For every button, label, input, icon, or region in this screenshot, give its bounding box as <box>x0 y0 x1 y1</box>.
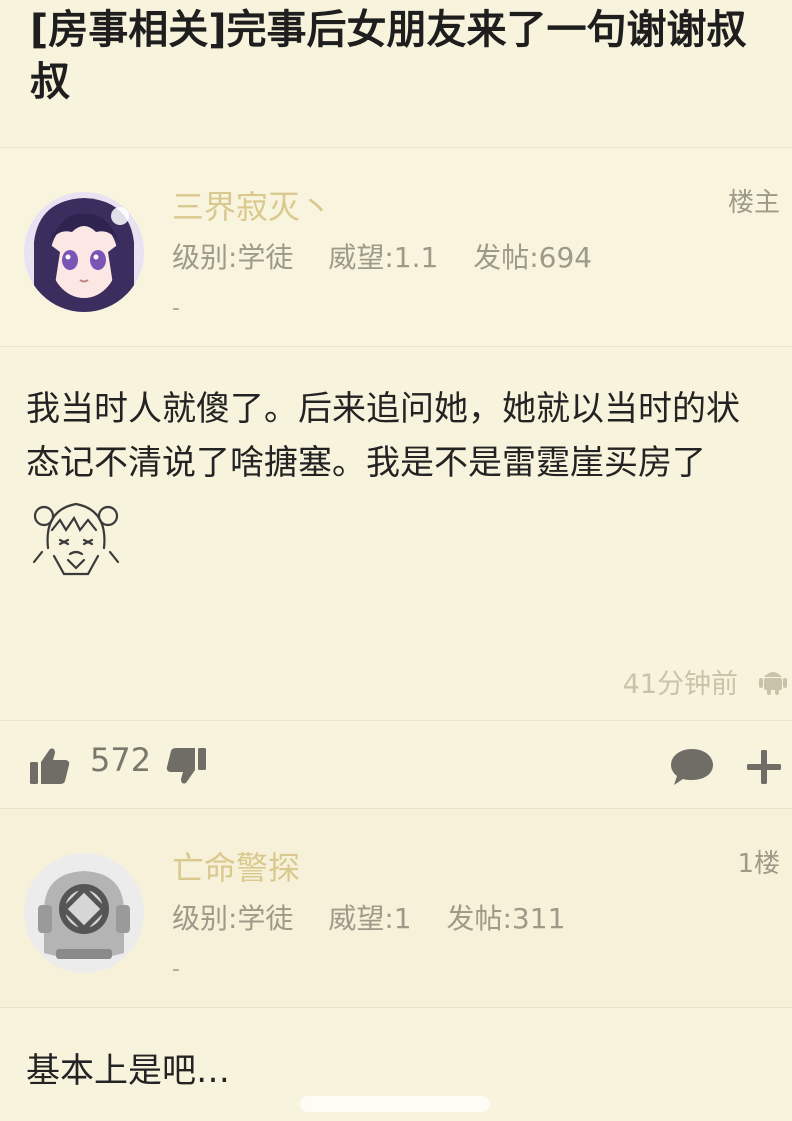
user-signature: - <box>172 957 180 982</box>
post-time: 41分钟前 <box>622 669 738 700</box>
user-meta: 级别:学徒 威望:1 发帖:311 <box>172 897 591 937</box>
post-text: 我当时人就傻了。后来追问她，她就以当时的状态记不清说了啥搪塞。我是不是雷霆崖买房… <box>26 389 740 483</box>
watermark-bar <box>300 1096 490 1112</box>
user-reputation: 威望:1 <box>328 902 412 935</box>
user-signature: - <box>172 296 180 321</box>
post-content: 基本上是吧… <box>26 1044 766 1098</box>
thumbs-down-icon[interactable] <box>166 747 206 785</box>
diving-helmet-icon <box>24 853 144 973</box>
anime-sticker-icon <box>32 502 120 576</box>
comment-bubble-icon[interactable] <box>670 747 714 787</box>
android-icon <box>759 672 787 695</box>
user-level: 级别:学徒 <box>172 241 294 274</box>
avatar[interactable] <box>24 853 144 973</box>
user-post-count: 发帖:694 <box>473 241 593 274</box>
post-text: 基本上是吧… <box>26 1051 230 1091</box>
floor-label: 楼主 <box>727 188 780 218</box>
floor-label: 1楼 <box>737 849 780 879</box>
anime-avatar-icon <box>24 192 144 312</box>
post-content: 我当时人就傻了。后来追问她，她就以当时的状态记不清说了啥搪塞。我是不是雷霆崖买房… <box>26 382 766 578</box>
thumbs-up-icon[interactable] <box>30 747 70 785</box>
plus-icon[interactable] <box>746 749 782 785</box>
post-header-reply: 亡命警探 级别:学徒 威望:1 发帖:311 - 1楼 <box>0 808 792 1008</box>
post-header-op: 三界寂灭丶 级别:学徒 威望:1.1 发帖:694 - 楼主 <box>0 147 792 347</box>
user-level: 级别:学徒 <box>172 902 294 935</box>
like-count: 572 <box>90 741 152 779</box>
thread-title: [房事相关]完事后女朋友来了一句谢谢叔叔 <box>30 7 747 105</box>
post-action-bar: 572 <box>0 720 792 807</box>
user-meta: 级别:学徒 威望:1.1 发帖:694 <box>172 236 618 276</box>
user-post-count: 发帖:311 <box>446 902 566 935</box>
user-reputation: 威望:1.1 <box>328 241 439 274</box>
avatar[interactable] <box>24 192 144 312</box>
username[interactable]: 亡命警探 <box>172 843 300 889</box>
username[interactable]: 三界寂灭丶 <box>172 182 332 228</box>
